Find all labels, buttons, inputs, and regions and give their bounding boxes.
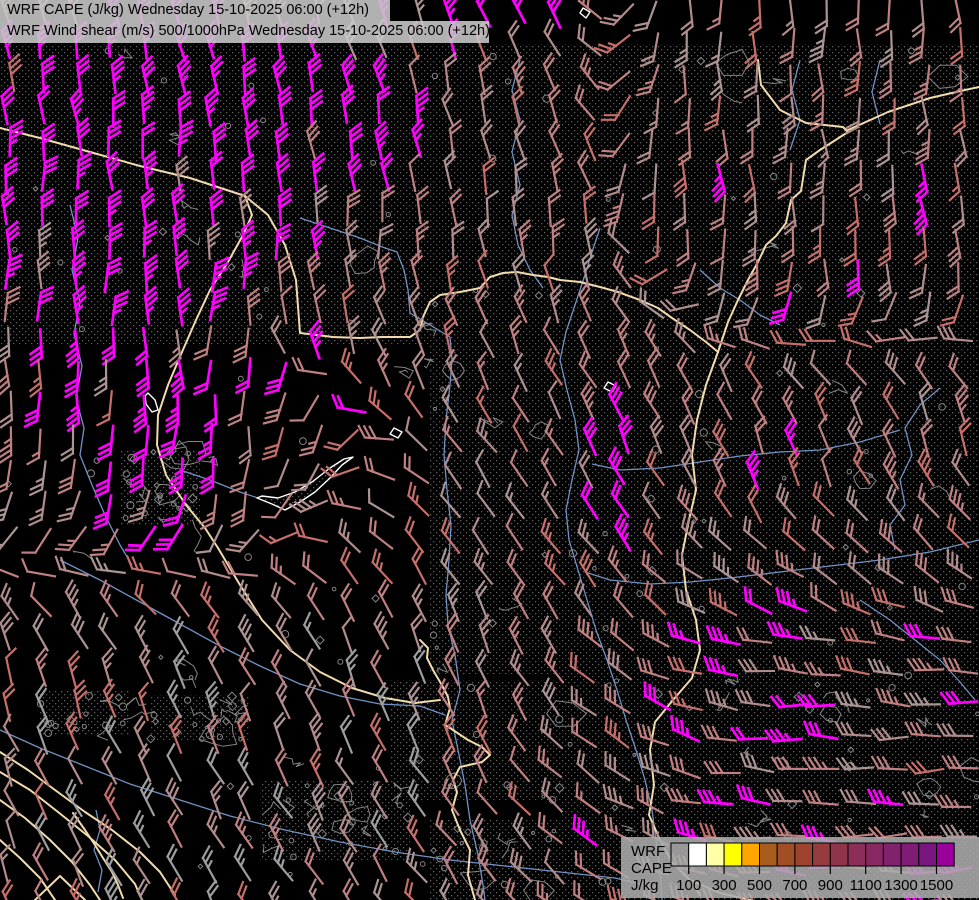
weather-map-canvas (0, 0, 979, 900)
legend-unit-label: J/kg (631, 877, 672, 894)
legend-color-box (813, 843, 831, 866)
legend-color-box (760, 843, 778, 866)
legend-tick-label: 100 (676, 877, 701, 894)
legend-color-box (724, 843, 742, 866)
legend-tick-label: 1100 (850, 877, 882, 894)
legend-param-label: CAPE (631, 860, 672, 877)
legend-tick-label: 900 (818, 877, 843, 894)
legend-color-box (777, 843, 795, 866)
weather-map-screen: WRF CAPE (J/kg) Wednesday 15-10-2025 06:… (0, 0, 979, 900)
legend-color-box (937, 843, 955, 866)
legend-color-box (883, 843, 901, 866)
legend-color-box (671, 843, 689, 866)
legend-tick-label: 1500 (920, 877, 953, 894)
legend-tick-label: 1300 (884, 877, 917, 894)
legend-labels: WRF CAPE J/kg (631, 843, 672, 894)
legend-color-box (866, 843, 884, 866)
legend-color-box (706, 843, 724, 866)
legend-color-box (901, 843, 919, 866)
map-title-cape: WRF CAPE (J/kg) Wednesday 15-10-2025 06:… (0, 0, 390, 21)
cape-color-legend: WRF CAPE J/kg 100 300 500 700 900 11001300150… (621, 837, 979, 898)
legend-colorbar: 100 300 500 700 900 110013001500 (671, 842, 963, 898)
legend-color-box (830, 843, 848, 866)
legend-color-box (919, 843, 937, 866)
map-title-wind-shear: WRF Wind shear (m/s) 500/1000hPa Wednesd… (0, 21, 489, 43)
legend-tick-label: 700 (782, 877, 807, 894)
legend-color-box (795, 843, 813, 866)
legend-color-box (848, 843, 866, 866)
legend-tick-label: 500 (747, 877, 772, 894)
legend-color-box (689, 843, 707, 866)
legend-color-box (742, 843, 760, 866)
legend-model-label: WRF (631, 843, 672, 860)
legend-tick-label: 300 (712, 877, 737, 894)
